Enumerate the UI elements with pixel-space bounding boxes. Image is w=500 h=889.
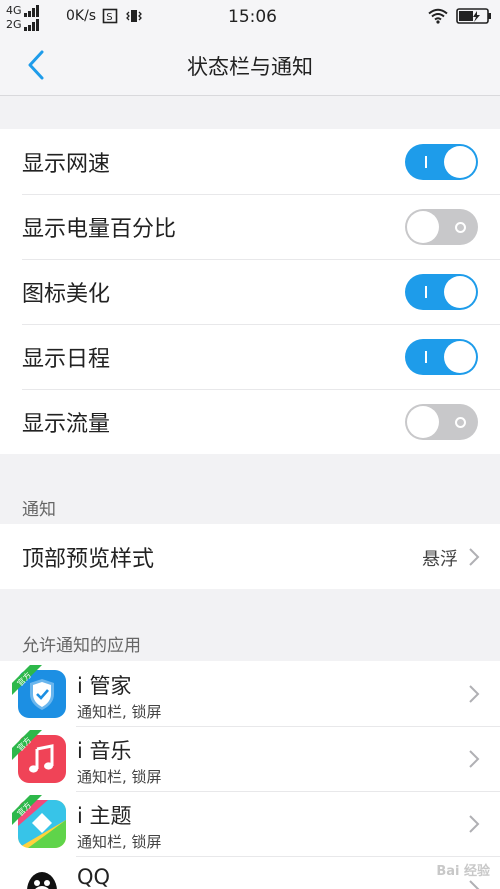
qq-penguin-icon <box>18 865 66 889</box>
notification-group: 顶部预览样式 悬浮 <box>0 524 500 589</box>
page-title: 状态栏与通知 <box>187 55 313 79</box>
app-notification-type: 通知栏, 锁屏 <box>77 768 162 786</box>
setting-label: 显示流量 <box>22 412 111 437</box>
schedule-toggle[interactable] <box>405 339 478 375</box>
clock: 15:06 <box>228 7 277 27</box>
icon-beautify-toggle[interactable] <box>405 274 478 310</box>
signal-group: 4G 2G <box>6 4 41 31</box>
network-type-top: 4G <box>6 4 22 17</box>
setting-show-network-speed: 显示网速 <box>0 129 500 194</box>
data-usage-toggle[interactable] <box>405 404 478 440</box>
section-header-notification: 通知 <box>22 500 56 520</box>
watermark: Bai 经验 <box>436 864 490 879</box>
preview-style-value: 悬浮 <box>422 549 458 570</box>
top-preview-style-row[interactable]: 顶部预览样式 悬浮 <box>0 524 500 589</box>
preview-style-label: 顶部预览样式 <box>22 547 155 572</box>
setting-label: 显示电量百分比 <box>22 217 177 242</box>
network-speed-toggle[interactable] <box>405 144 478 180</box>
signal-icon <box>23 5 39 17</box>
network-speed: 0K/s <box>66 8 97 24</box>
svg-text:S: S <box>106 12 112 23</box>
navigation-bar: 状态栏与通知 <box>0 34 500 96</box>
wifi-icon <box>428 8 448 24</box>
setting-label: 图标美化 <box>22 282 111 307</box>
official-badge: 官方 <box>12 795 42 825</box>
chevron-right-icon <box>469 815 480 833</box>
app-row-qq[interactable]: QQ <box>0 856 500 889</box>
app-notification-type: 通知栏, 锁屏 <box>77 833 162 851</box>
screenshot-icon: S <box>102 8 118 24</box>
battery-charging-icon <box>456 8 491 24</box>
status-bar-settings: 显示网速 显示电量百分比 图标美化 显示日程 显示流量 <box>0 129 500 454</box>
battery-percent-toggle[interactable] <box>405 209 478 245</box>
vibrate-icon <box>126 10 142 22</box>
network-type-bottom: 2G <box>6 18 22 31</box>
app-name: i 主题 <box>77 804 132 828</box>
setting-show-schedule: 显示日程 <box>0 324 500 389</box>
chevron-right-icon <box>469 880 480 889</box>
app-notification-type: 通知栏, 锁屏 <box>77 703 162 721</box>
status-bar: 4G 2G 0K/s S 15:06 <box>0 0 500 34</box>
app-row-imusic[interactable]: 官方 i 音乐 通知栏, 锁屏 <box>0 726 500 791</box>
setting-icon-beautify: 图标美化 <box>0 259 500 324</box>
app-name: i 音乐 <box>77 739 132 763</box>
section-header-allowed-apps: 允许通知的应用 <box>22 636 141 656</box>
app-row-imanager[interactable]: 官方 i 管家 通知栏, 锁屏 <box>0 661 500 726</box>
setting-label: 显示网速 <box>22 152 111 177</box>
setting-label: 显示日程 <box>22 347 111 372</box>
chevron-right-icon <box>469 548 480 566</box>
chevron-right-icon <box>469 685 480 703</box>
allowed-apps-list: 官方 i 管家 通知栏, 锁屏 官方 i 音乐 通知栏, 锁屏 官方 i 主题 … <box>0 661 500 889</box>
app-row-itheme[interactable]: 官方 i 主题 通知栏, 锁屏 <box>0 791 500 856</box>
signal-icon <box>23 19 39 31</box>
app-name: QQ <box>77 865 111 889</box>
chevron-right-icon <box>469 750 480 768</box>
official-badge: 官方 <box>12 665 42 695</box>
setting-show-battery-percent: 显示电量百分比 <box>0 194 500 259</box>
official-badge: 官方 <box>12 730 42 760</box>
setting-show-data-usage: 显示流量 <box>0 389 500 454</box>
app-name: i 管家 <box>77 674 132 698</box>
